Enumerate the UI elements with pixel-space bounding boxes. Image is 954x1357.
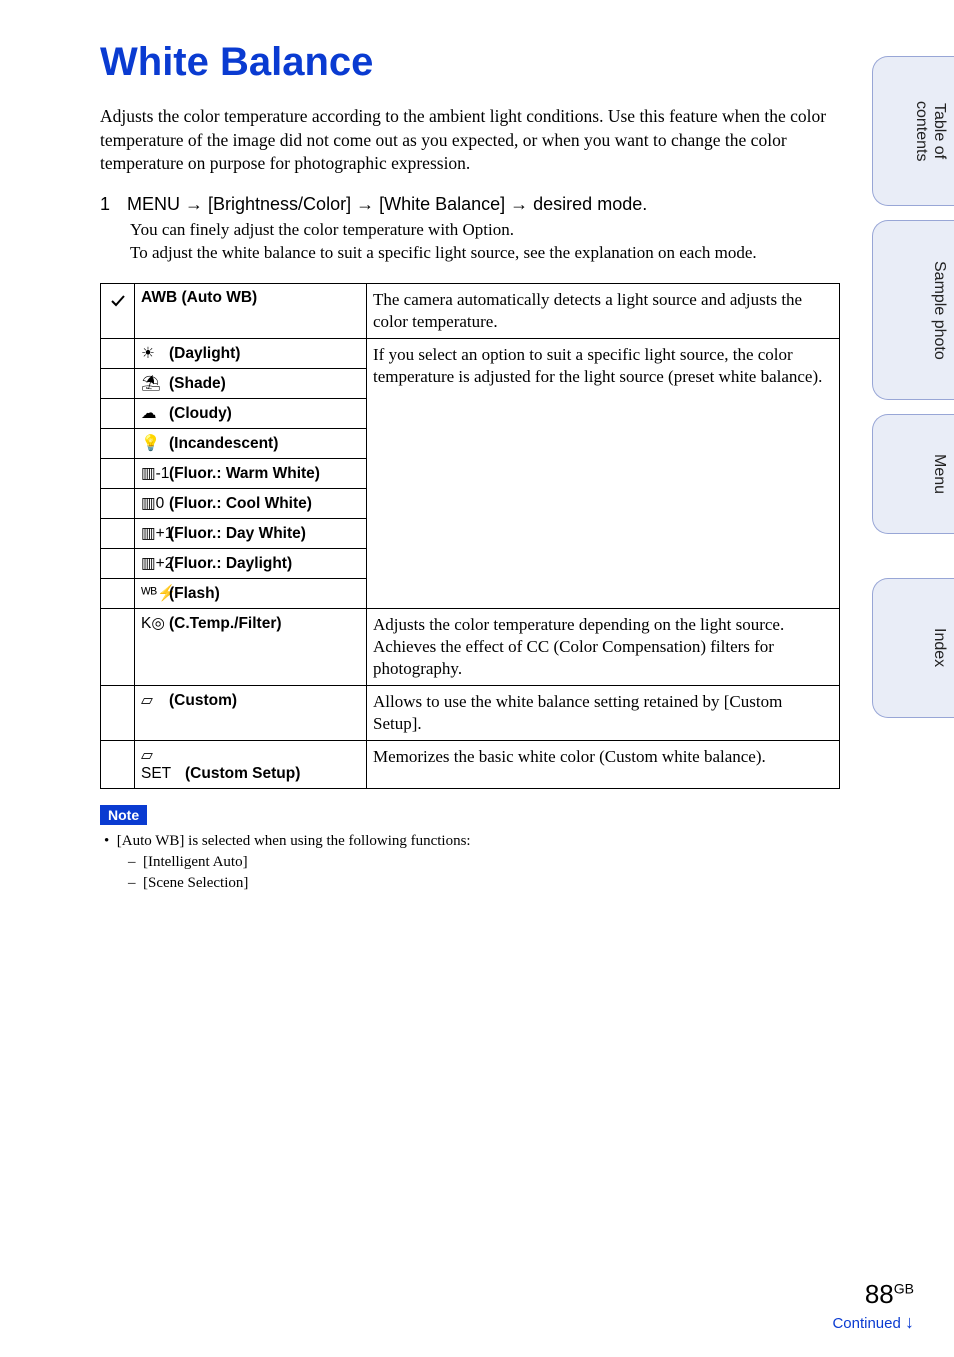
wb-label-ctemp: K◎(C.Temp./Filter) xyxy=(135,608,367,685)
side-tabs: Table of contents Sample photo Menu Inde… xyxy=(872,56,954,718)
cloudy-icon: ☁ xyxy=(141,404,169,423)
wb-label-text: (Fluor.: Warm White) xyxy=(169,465,320,482)
row-check xyxy=(101,608,135,685)
wb-label-daylight: ☀(Daylight) xyxy=(135,338,367,368)
wb-label-text: (Flash) xyxy=(169,585,220,602)
wb-desc-ctemp: Adjusts the color temperature depending … xyxy=(367,608,840,685)
wb-label-cloudy: ☁(Cloudy) xyxy=(135,398,367,428)
fluor-icon: ▥+1 xyxy=(141,524,169,543)
tab-sample-photo[interactable]: Sample photo xyxy=(872,220,954,400)
tab-table-of-contents[interactable]: Table of contents xyxy=(872,56,954,206)
row-check xyxy=(101,548,135,578)
step-prefix: MENU xyxy=(127,194,185,214)
arrow-icon: → xyxy=(356,194,374,214)
row-check xyxy=(101,398,135,428)
table-row: AWB (Auto WB) The camera automatically d… xyxy=(101,283,840,338)
wb-label-shade: ⛱(Shade) xyxy=(135,368,367,398)
wb-table: AWB (Auto WB) The camera automatically d… xyxy=(100,283,840,790)
row-check xyxy=(101,686,135,741)
wb-label-fluor-daylight: ▥+2(Fluor.: Daylight) xyxy=(135,548,367,578)
wb-label-text: AWB (Auto WB) xyxy=(141,289,257,306)
wb-label-custom-setup: ▱ SET(Custom Setup) xyxy=(135,741,367,789)
table-row: ☀(Daylight) If you select an option to s… xyxy=(101,338,840,368)
table-row: K◎(C.Temp./Filter) Adjusts the color tem… xyxy=(101,608,840,685)
step-seg1: [Brightness/Color] xyxy=(203,194,356,214)
note-item-text: [Intelligent Auto] xyxy=(143,854,248,870)
page-number-suffix: GB xyxy=(894,1280,914,1296)
step-sub1: You can finely adjust the color temperat… xyxy=(130,219,840,242)
note-body: • [Auto WB] is selected when using the f… xyxy=(100,831,840,894)
note-lead-text: [Auto WB] is selected when using the fol… xyxy=(117,833,471,849)
note-badge: Note xyxy=(100,805,147,825)
step-text: MENU → [Brightness/Color] → [White Balan… xyxy=(127,194,827,215)
incandescent-icon: 💡 xyxy=(141,434,169,453)
row-check xyxy=(101,488,135,518)
arrow-icon: → xyxy=(510,194,528,214)
note-lead: • [Auto WB] is selected when using the f… xyxy=(104,831,840,852)
fluor-icon: ▥0 xyxy=(141,494,169,513)
step-number: 1 xyxy=(100,194,122,215)
row-check xyxy=(101,428,135,458)
custom-icon: ▱ xyxy=(141,691,169,710)
wb-desc-custom: Allows to use the white balance setting … xyxy=(367,686,840,741)
down-arrow-icon: ↓ xyxy=(905,1312,914,1332)
footer: 88GB Continued ↓ xyxy=(832,1279,914,1333)
row-check xyxy=(101,518,135,548)
tab-index[interactable]: Index xyxy=(872,578,954,718)
step-sub2: To adjust the white balance to suit a sp… xyxy=(130,242,840,265)
wb-label-incandescent: 💡(Incandescent) xyxy=(135,428,367,458)
custom-setup-icon: ▱ SET xyxy=(141,746,185,783)
step-seg2: [White Balance] xyxy=(374,194,510,214)
page-title: White Balance xyxy=(100,40,840,85)
wb-label-awb: AWB (Auto WB) xyxy=(135,283,367,338)
wb-label-text: (Custom) xyxy=(169,692,237,709)
wb-label-custom: ▱(Custom) xyxy=(135,686,367,741)
shade-icon: ⛱ xyxy=(141,374,169,393)
step-seg3: desired mode. xyxy=(528,194,647,214)
table-row: ▱ SET(Custom Setup) Memorizes the basic … xyxy=(101,741,840,789)
row-check xyxy=(101,368,135,398)
wb-label-text: (Daylight) xyxy=(169,345,240,362)
check-icon xyxy=(101,283,135,338)
wb-desc-preset: If you select an option to suit a specif… xyxy=(367,338,840,608)
note-item: – [Scene Selection] xyxy=(128,873,840,894)
wb-label-fluor-warm: ▥-1(Fluor.: Warm White) xyxy=(135,458,367,488)
page-number: 88GB xyxy=(832,1279,914,1310)
daylight-icon: ☀ xyxy=(141,344,169,363)
wb-label-text: (Shade) xyxy=(169,375,226,392)
fluor-icon: ▥+2 xyxy=(141,554,169,573)
arrow-icon: → xyxy=(185,194,203,214)
fluor-icon: ▥-1 xyxy=(141,464,169,483)
wb-label-text: (C.Temp./Filter) xyxy=(169,615,282,632)
row-check xyxy=(101,338,135,368)
row-check xyxy=(101,741,135,789)
continued-link[interactable]: Continued ↓ xyxy=(832,1312,914,1333)
page-number-value: 88 xyxy=(865,1279,894,1309)
wb-label-text: (Fluor.: Day White) xyxy=(169,525,306,542)
step-1: 1 MENU → [Brightness/Color] → [White Bal… xyxy=(100,194,840,215)
wb-desc-custom-setup: Memorizes the basic white color (Custom … xyxy=(367,741,840,789)
row-check xyxy=(101,578,135,608)
note-item: – [Intelligent Auto] xyxy=(128,852,840,873)
wb-label-text: (Fluor.: Daylight) xyxy=(169,555,292,572)
wb-label-text: (Fluor.: Cool White) xyxy=(169,495,312,512)
wb-desc-awb: The camera automatically detects a light… xyxy=(367,283,840,338)
wb-label-fluor-day-white: ▥+1(Fluor.: Day White) xyxy=(135,518,367,548)
flash-icon: ᵂᴮ⚡ xyxy=(141,584,169,603)
ctemp-icon: K◎ xyxy=(141,614,169,633)
wb-label-text: (Custom Setup) xyxy=(185,765,300,782)
tab-menu[interactable]: Menu xyxy=(872,414,954,534)
table-row: ▱(Custom) Allows to use the white balanc… xyxy=(101,686,840,741)
intro-text: Adjusts the color temperature according … xyxy=(100,105,840,176)
wb-label-text: (Incandescent) xyxy=(169,435,278,452)
wb-label-fluor-cool: ▥0(Fluor.: Cool White) xyxy=(135,488,367,518)
continued-text: Continued xyxy=(832,1315,905,1332)
note-item-text: [Scene Selection] xyxy=(143,875,248,891)
wb-label-flash: ᵂᴮ⚡(Flash) xyxy=(135,578,367,608)
wb-label-text: (Cloudy) xyxy=(169,405,232,422)
row-check xyxy=(101,458,135,488)
step-sub: You can finely adjust the color temperat… xyxy=(130,219,840,265)
